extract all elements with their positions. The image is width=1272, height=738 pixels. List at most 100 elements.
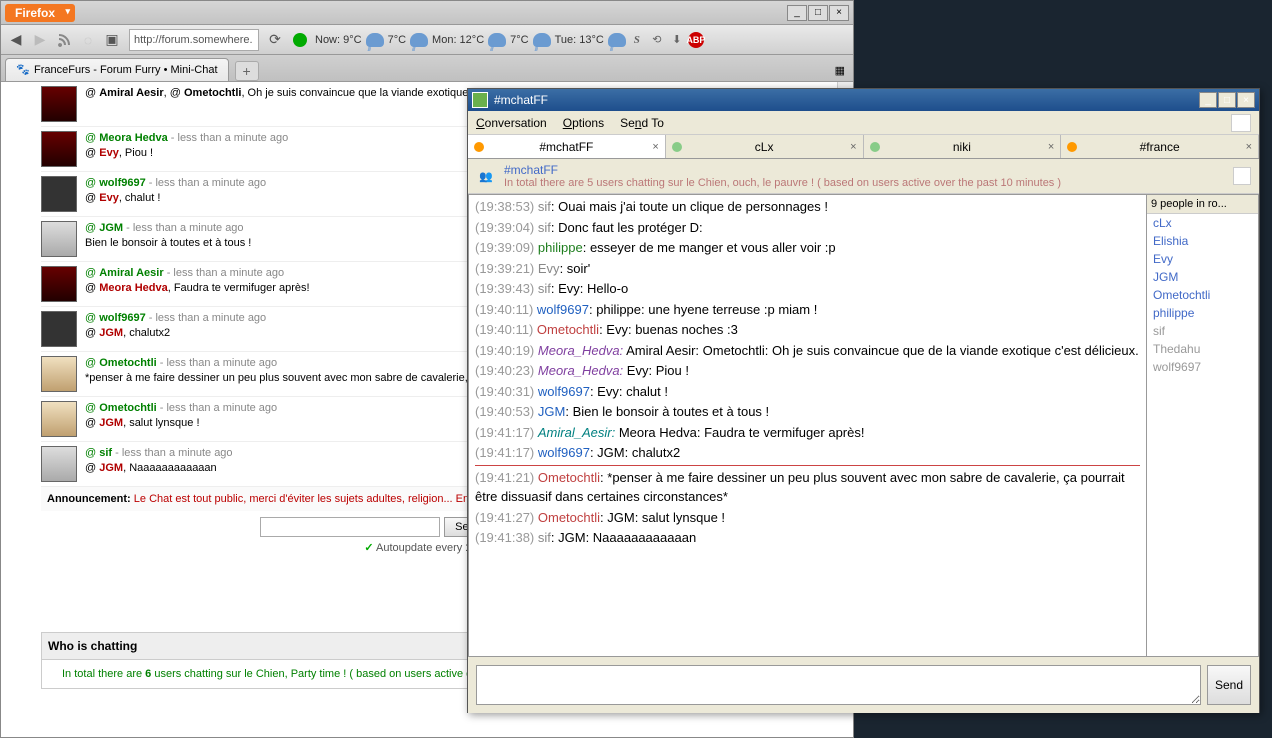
- close-button[interactable]: ×: [829, 5, 849, 21]
- mention[interactable]: JGM: [99, 327, 123, 339]
- close-tab-icon[interactable]: ×: [850, 141, 856, 153]
- mention[interactable]: JGM: [99, 417, 123, 429]
- user-list-item[interactable]: sif: [1147, 322, 1258, 340]
- detach-icon[interactable]: [1231, 114, 1251, 132]
- nick[interactable]: Ometochtli: [538, 470, 600, 485]
- avatar: [41, 131, 77, 167]
- url-bar[interactable]: http://forum.somewhere.: [129, 29, 259, 51]
- irc-line: (19:41:17) Amiral_Aesir: Meora Hedva: Fa…: [475, 423, 1140, 443]
- people-icon: 👥: [476, 166, 496, 186]
- mention[interactable]: JGM: [99, 462, 123, 474]
- avatar: [41, 311, 77, 347]
- user-list-item[interactable]: JGM: [1147, 268, 1258, 286]
- nick[interactable]: philippe: [538, 240, 583, 255]
- username-link[interactable]: Meora Hedva: [85, 132, 168, 144]
- irc-tab[interactable]: #france×: [1061, 135, 1259, 158]
- irc-line: (19:40:11) Ometochtli: Evy: buenas noche…: [475, 320, 1140, 340]
- user-list-item[interactable]: cLx: [1147, 214, 1258, 232]
- nick[interactable]: sif: [538, 199, 551, 214]
- nick[interactable]: Amiral_Aesir:: [538, 425, 615, 440]
- username-link[interactable]: Ometochtli: [85, 357, 157, 369]
- username-link[interactable]: Amiral Aesir: [85, 267, 164, 279]
- user-list-item[interactable]: Evy: [1147, 250, 1258, 268]
- user-list: 9 people in ro... cLxElishiaEvyJGMOmetoc…: [1147, 194, 1259, 657]
- user-list-item[interactable]: philippe: [1147, 304, 1258, 322]
- username-link[interactable]: sif: [85, 447, 112, 459]
- back-button[interactable]: ◀: [5, 29, 27, 51]
- username-link[interactable]: wolf9697: [85, 177, 146, 189]
- irc-message-log[interactable]: (19:38:53) sif: Ouai mais j'ai toute un …: [468, 194, 1147, 657]
- minimize-button[interactable]: _: [787, 5, 807, 21]
- loading-icon: ◌: [77, 29, 99, 51]
- nick[interactable]: JGM: [538, 404, 565, 419]
- nick[interactable]: wolf9697: [538, 445, 590, 460]
- irc-line: (19:39:43) sif: Evy: Hello-o: [475, 279, 1140, 299]
- favicon-icon: 🐾: [16, 63, 30, 77]
- irc-window: #mchatFF _ □ × Conversation Options Send…: [467, 88, 1260, 713]
- avatar: [41, 176, 77, 212]
- stylish-icon[interactable]: S: [628, 31, 646, 49]
- username-link[interactable]: Ometochtli: [85, 402, 157, 414]
- nick[interactable]: wolf9697: [537, 302, 589, 317]
- nick[interactable]: sif: [538, 530, 551, 545]
- menu-options[interactable]: Options: [563, 116, 604, 130]
- download-icon[interactable]: ⬇: [668, 31, 686, 49]
- rain-icon: [410, 33, 428, 47]
- menu-conversation[interactable]: Conversation: [476, 116, 547, 130]
- expand-icon[interactable]: [1233, 167, 1251, 185]
- nick[interactable]: Ometochtli: [537, 322, 599, 337]
- nick[interactable]: wolf9697: [538, 384, 590, 399]
- irc-input[interactable]: [476, 665, 1201, 705]
- rss-icon[interactable]: [53, 29, 75, 51]
- close-tab-icon[interactable]: ×: [1246, 141, 1252, 153]
- new-tab-button[interactable]: +: [235, 61, 259, 81]
- user-list-item[interactable]: Thedahu: [1147, 340, 1258, 358]
- maximize-button[interactable]: □: [1218, 92, 1236, 108]
- maximize-button[interactable]: □: [808, 5, 828, 21]
- menu-send-to[interactable]: Send To: [620, 116, 664, 130]
- reload-button[interactable]: ⟳: [265, 30, 285, 50]
- nick[interactable]: sif: [538, 220, 551, 235]
- user-list-item[interactable]: wolf9697: [1147, 358, 1258, 376]
- weather-widget[interactable]: Now: 9°C 7°C Mon: 12°C 7°C Tue: 13°C: [315, 33, 626, 47]
- topic-text: In total there are 5 users chatting sur …: [504, 177, 1225, 189]
- username-link[interactable]: wolf9697: [85, 312, 146, 324]
- irc-line: (19:41:27) Ometochtli: JGM: salut lynsqu…: [475, 508, 1140, 528]
- tab-groups-icon[interactable]: ▦: [831, 60, 849, 81]
- status-bullet-icon: [474, 142, 484, 152]
- username-link[interactable]: JGM: [85, 222, 123, 234]
- status-bullet-icon: [870, 142, 880, 152]
- sync-icon[interactable]: ⟲: [648, 31, 666, 49]
- irc-tab[interactable]: niki×: [864, 135, 1062, 158]
- close-button[interactable]: ×: [1237, 92, 1255, 108]
- chat-input[interactable]: [260, 517, 440, 537]
- close-tab-icon[interactable]: ×: [652, 141, 658, 153]
- firefox-menu-button[interactable]: Firefox: [5, 4, 75, 22]
- forward-button[interactable]: ▶: [29, 29, 51, 51]
- firefox-toolbar: ◀ ▶ ◌ ▣ http://forum.somewhere. ⟳ Now: 9…: [1, 25, 853, 55]
- mention[interactable]: Evy: [99, 147, 119, 159]
- user-list-item[interactable]: Elishia: [1147, 232, 1258, 250]
- irc-send-button[interactable]: Send: [1207, 665, 1251, 705]
- browser-tab[interactable]: 🐾 FranceFurs - Forum Furry • Mini-Chat: [5, 58, 229, 81]
- close-tab-icon[interactable]: ×: [1048, 141, 1054, 153]
- mention[interactable]: Meora Hedva: [99, 282, 167, 294]
- nick[interactable]: Evy: [538, 261, 560, 276]
- nick[interactable]: sif: [538, 281, 551, 296]
- app-icon: [472, 92, 488, 108]
- nick[interactable]: Meora_Hedva:: [538, 343, 623, 358]
- irc-tab[interactable]: #mchatFF×: [468, 135, 666, 158]
- nick[interactable]: Meora_Hedva:: [538, 363, 623, 378]
- mention[interactable]: Evy: [99, 192, 119, 204]
- status-bullet-icon: [1067, 142, 1077, 152]
- adblock-icon[interactable]: ABP: [688, 32, 704, 48]
- weather-now: Now: 9°C: [315, 34, 362, 46]
- screenshot-icon[interactable]: ▣: [101, 29, 123, 51]
- nick[interactable]: Ometochtli: [538, 510, 600, 525]
- irc-line: (19:39:21) Evy: soir': [475, 259, 1140, 279]
- user-list-item[interactable]: Ometochtli: [1147, 286, 1258, 304]
- channel-name: #mchatFF: [504, 163, 1225, 177]
- irc-titlebar[interactable]: #mchatFF _ □ ×: [468, 89, 1259, 111]
- irc-tab[interactable]: cLx×: [666, 135, 864, 158]
- minimize-button[interactable]: _: [1199, 92, 1217, 108]
